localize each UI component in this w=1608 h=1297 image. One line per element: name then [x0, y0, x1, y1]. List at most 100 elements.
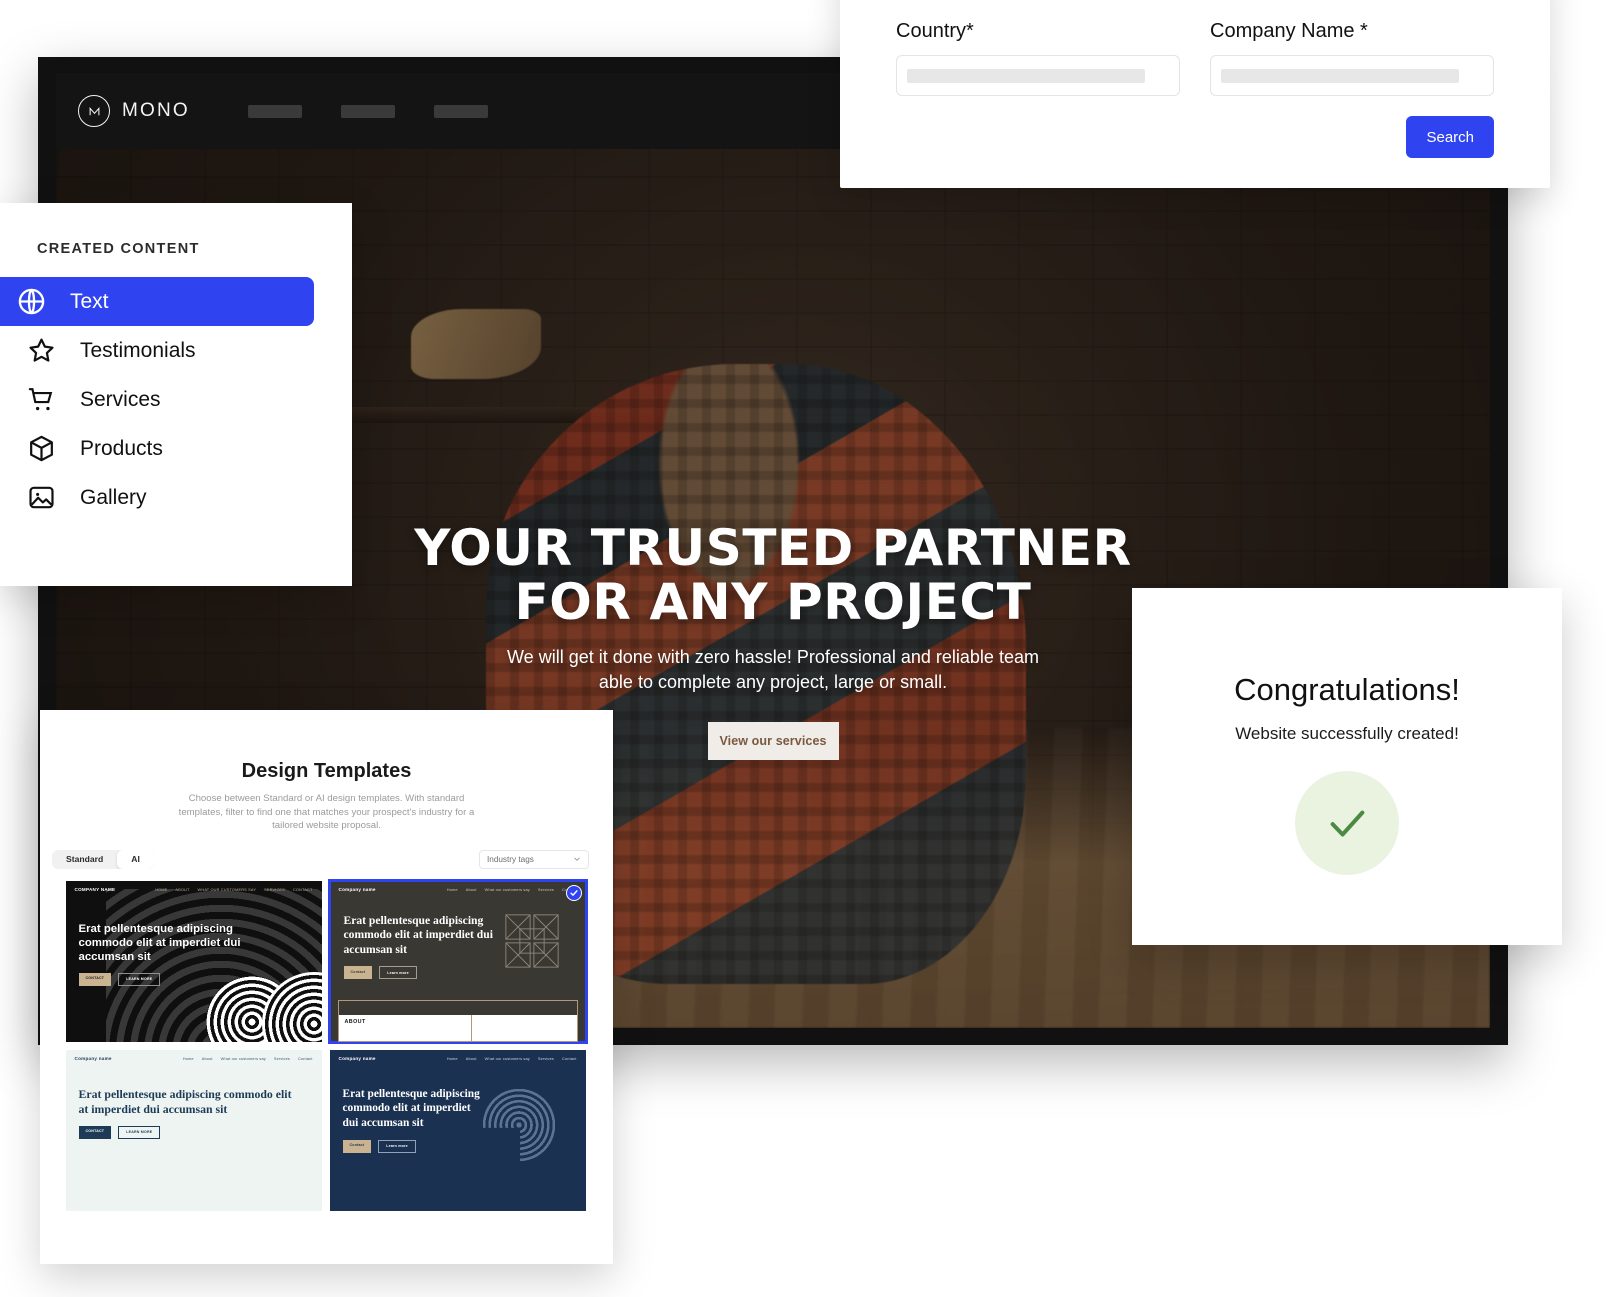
segment-standard-button[interactable]: Standard — [52, 850, 117, 869]
industry-tags-label: Industry tags — [487, 854, 534, 864]
nav-placeholder-item — [433, 104, 488, 118]
template-contact-button[interactable]: Contact — [342, 1139, 372, 1153]
template-link: What our customers say — [220, 1055, 266, 1061]
country-field-group: Country* — [896, 20, 1180, 96]
created-content-list: Text Testimonials Services Products Gall… — [0, 277, 352, 522]
country-label: Country* — [896, 20, 974, 42]
check-circle-icon — [565, 884, 582, 901]
sidebar-item-text[interactable]: Text — [0, 277, 314, 326]
design-templates-title: Design Templates — [241, 760, 412, 782]
search-button[interactable]: Search — [1406, 116, 1494, 158]
success-badge — [1295, 771, 1399, 875]
template-contact-button[interactable]: CONTACT — [78, 1125, 112, 1139]
globe-icon — [15, 285, 48, 318]
design-templates-controls: Standard AI Industry tags — [52, 849, 589, 869]
sidebar-item-label: Text — [70, 289, 109, 313]
template-3-links: Home About What our customers say Servic… — [183, 1056, 313, 1061]
sidebar-item-label: Products — [80, 436, 163, 460]
template-2-about-divider — [470, 1014, 472, 1041]
star-icon — [25, 334, 58, 367]
company-name-label: Company Name * — [1210, 20, 1368, 42]
sidebar-item-testimonials[interactable]: Testimonials — [0, 326, 352, 375]
template-4-body: Erat pellentesque adipiscing commodo eli… — [330, 1061, 586, 1153]
template-contact-button[interactable]: Contact — [343, 966, 373, 980]
template-2-links: Home About What our customers say Servic… — [447, 887, 577, 892]
segment-ai-button[interactable]: AI — [117, 849, 154, 869]
cart-icon — [25, 383, 58, 416]
template-link: Services — [273, 1055, 291, 1061]
template-link: What our customers say — [484, 886, 530, 892]
design-templates-description: Choose between Standard or AI design tem… — [178, 793, 475, 832]
country-input-skeleton — [907, 68, 1145, 83]
template-link: About — [465, 886, 477, 892]
sidebar-item-gallery[interactable]: Gallery — [0, 473, 352, 522]
company-name-field-group: Company Name * — [1210, 20, 1494, 96]
hero-subtitle: We will get it done with zero hassle! Pr… — [507, 647, 1039, 692]
company-name-input-skeleton — [1221, 68, 1459, 83]
template-2-brand: Company name — [338, 886, 376, 892]
design-templates-grid: COMPANY NAME HOME ABOUT WHAT OUR CUSTOME… — [65, 878, 588, 1211]
preview-nav-placeholders — [247, 104, 488, 118]
template-1-navbar: COMPANY NAME HOME ABOUT WHAT OUR CUSTOME… — [66, 881, 322, 892]
box-icon — [25, 432, 58, 465]
nav-placeholder-item — [247, 104, 302, 118]
template-2-about-label: ABOUT — [344, 1018, 366, 1025]
screenshot-canvas: MONO YOUR TRUSTED PARTNER FOR ANY PROJEC… — [0, 0, 1608, 1297]
search-button-row: Search — [896, 116, 1494, 158]
template-1-buttons: CONTACT LEARN MORE — [78, 972, 322, 986]
template-3-heading: Erat pellentesque adipiscing commodo eli… — [78, 1086, 292, 1116]
template-4-buttons: Contact Learn more — [342, 1139, 586, 1153]
template-2-squares-graphic — [504, 914, 559, 968]
template-2-about-bar — [338, 1000, 577, 1015]
created-content-title: CREATED CONTENT — [37, 241, 200, 257]
search-fields-row: Country* Company Name * — [896, 20, 1494, 96]
sidebar-item-products[interactable]: Products — [0, 424, 352, 473]
template-3-buttons: CONTACT LEARN MORE — [78, 1125, 322, 1139]
sidebar-item-label: Testimonials — [80, 338, 196, 362]
template-card[interactable]: COMPANY NAME HOME ABOUT WHAT OUR CUSTOME… — [65, 880, 322, 1042]
country-input[interactable] — [896, 55, 1180, 96]
congratulations-card: Congratulations! Website successfully cr… — [1132, 588, 1562, 945]
created-content-card: CREATED CONTENT Text Testimonials Servic… — [0, 203, 352, 586]
congratulations-subtitle: Website successfully created! — [1235, 724, 1459, 743]
template-learn-more-button[interactable]: LEARN MORE — [118, 972, 161, 986]
template-2-navbar: Company name Home About What our custome… — [330, 881, 586, 892]
template-4-navbar: Company name Home About What our custome… — [330, 1050, 586, 1061]
preview-brand: MONO — [78, 95, 190, 127]
template-type-segmented-control: Standard AI — [52, 849, 154, 869]
sidebar-item-services[interactable]: Services — [0, 375, 352, 424]
chevron-down-icon — [574, 857, 580, 862]
sidebar-item-label: Gallery — [80, 485, 147, 509]
template-link: About — [201, 1055, 213, 1061]
template-3-navbar: Company name Home About What our custome… — [66, 1050, 322, 1061]
congratulations-title: Congratulations! — [1234, 672, 1460, 707]
sidebar-item-label: Services — [80, 387, 161, 411]
template-learn-more-button[interactable]: LEARN MORE — [118, 1125, 161, 1139]
template-card[interactable]: Company name Home About What our custome… — [327, 878, 588, 1044]
design-templates-panel: Design Templates Choose between Standard… — [40, 710, 613, 1264]
template-3-brand: Company name — [74, 1055, 112, 1061]
template-2-heading: Erat pellentesque adipiscing commodo eli… — [343, 913, 493, 956]
industry-tags-select[interactable]: Industry tags — [479, 849, 589, 869]
template-learn-more-button[interactable]: Learn more — [379, 966, 417, 980]
template-learn-more-button[interactable]: Learn more — [378, 1139, 416, 1153]
company-name-input[interactable] — [1210, 55, 1494, 96]
template-2-about-section: ABOUT — [337, 999, 578, 1042]
template-4-heading: Erat pellentesque adipiscing commodo eli… — [342, 1087, 480, 1129]
template-1-heading: Erat pellentesque adipiscing commodo eli… — [78, 922, 241, 963]
template-card[interactable]: Company name Home About What our custome… — [329, 1049, 586, 1211]
preview-brand-name: MONO — [122, 100, 190, 121]
mono-logo-icon — [78, 95, 110, 127]
check-icon — [1330, 810, 1365, 837]
template-contact-button[interactable]: CONTACT — [78, 972, 112, 986]
template-3-body: Erat pellentesque adipiscing commodo eli… — [66, 1061, 322, 1139]
template-1-body: Erat pellentesque adipiscing commodo eli… — [66, 892, 322, 986]
image-icon — [25, 481, 58, 514]
template-card[interactable]: Company name Home About What our custome… — [65, 1049, 322, 1211]
template-link: Home — [182, 1055, 194, 1061]
view-our-services-button[interactable]: View our services — [707, 722, 839, 760]
nav-placeholder-item — [340, 104, 395, 118]
template-link: Contact — [298, 1055, 313, 1061]
company-search-card: Country* Company Name * Search — [840, 0, 1550, 188]
template-link: Home — [446, 886, 458, 892]
